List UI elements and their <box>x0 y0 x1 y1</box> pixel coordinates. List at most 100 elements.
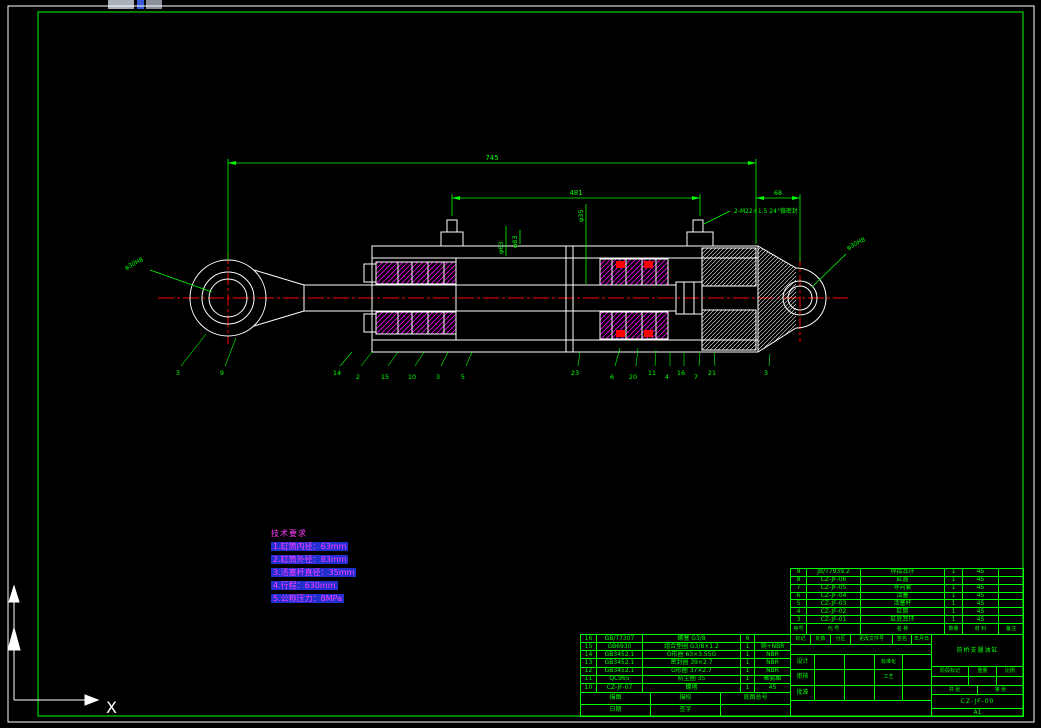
callout: 3 <box>764 369 768 377</box>
bom-cell-mat: NBR <box>755 659 790 668</box>
tech-line-2: 2.缸筒外径：83mm <box>271 555 349 564</box>
blank-row <box>791 701 931 716</box>
blank-cell <box>845 655 875 671</box>
scale-label: 比例 <box>997 667 1023 677</box>
callout: 11 <box>648 369 656 377</box>
bom-cell-code: GB/T7307 <box>597 635 643 644</box>
blank-row <box>791 645 931 655</box>
bom-cell-seq: 8 <box>791 576 807 585</box>
bom-cell-mat: 聚氨酯 <box>755 676 790 684</box>
stage-label: 阶段标记 <box>932 667 969 677</box>
bom-row: 16 GB/T7307 螺塞 G3/8 6 <box>581 635 790 644</box>
bom-cell-name: O形圈 37×2.7 <box>643 667 741 676</box>
tech-line-5: 5.公称压力：8MPa <box>271 594 344 603</box>
archive-row: 日期 签字 <box>581 704 790 717</box>
bom-cell-mat: NBR <box>755 651 790 660</box>
signature-row: 设计 标准化 <box>791 655 931 671</box>
archive-cell <box>721 705 790 717</box>
archive-row: 描图 描校 底图总号 <box>581 693 790 705</box>
bom-row: 9 JB/T7939.2 焊接耳环 1 45 <box>791 569 1023 577</box>
blank-cell <box>815 655 845 671</box>
callout: 20 <box>629 373 637 381</box>
bom-cell-rem <box>999 600 1023 609</box>
left-eye-dim-label: φ30H8 <box>124 256 145 272</box>
weight-label: 重量 <box>969 667 997 677</box>
bom-cell-seq: 5 <box>791 600 807 609</box>
part-name: 前桥支腿油缸 <box>932 635 1023 667</box>
callouts: 3 9 14 2 15 10 3 5 23 6 20 11 4 16 7 21 … <box>176 333 771 381</box>
bom-cell-rem <box>999 577 1023 585</box>
design-label: 设计 <box>791 655 815 671</box>
bom-header-mat: 材 料 <box>963 624 999 635</box>
port-right <box>686 219 714 247</box>
signature-row: 批准 <box>791 685 931 701</box>
bom-header-row: 序号 代 号 名 称 数量 材 料 备注 <box>791 624 1023 635</box>
bom-cell-qty: 1 <box>945 592 963 601</box>
bom-cell-name: 螺塞 G3/8 <box>643 635 741 644</box>
sheet-row: 共 张 第 张 <box>932 686 1023 695</box>
dim-overall-label: 745 <box>485 154 498 162</box>
archive-strip: 描图 描校 底图总号 日期 签字 <box>580 692 791 717</box>
bom-cell-mat: 45 <box>963 592 999 601</box>
bom-cell-name: 活塞 <box>861 592 945 601</box>
dim-arrowheads <box>228 161 800 200</box>
bom-header-code: 代 号 <box>807 624 861 635</box>
bom-lower-table: 16 GB/T7307 螺塞 G3/8 6 15 GB6930 组合垫圈 G3/… <box>580 634 791 693</box>
blank-cell <box>815 685 845 701</box>
blank-cell <box>845 685 875 701</box>
bom-cell-seq: 16 <box>581 635 597 644</box>
bom-cell-qty: 1 <box>945 608 963 617</box>
bom-cell-code: CZ-JF-07 <box>597 683 643 692</box>
callout: 5 <box>461 373 465 381</box>
dim-bore-label: φ63 <box>497 241 505 254</box>
bom-cell-rem <box>999 569 1023 577</box>
blank-cell <box>903 686 931 701</box>
bom-cell-code: GB3452.1 <box>597 651 643 660</box>
bom-cell-name: 防尘圈 35 <box>643 675 741 684</box>
archive-cell: 日期 <box>581 704 651 716</box>
ucs-icon: X <box>7 584 117 717</box>
bom-row: 6 CZ-JF-04 活塞 1 45 <box>791 592 1023 601</box>
bom-cell-seq: 9 <box>791 569 807 577</box>
archive-cell: 底图总号 <box>721 693 790 705</box>
callout: 15 <box>381 373 389 381</box>
bom-cell-qty: 1 <box>945 584 963 593</box>
bom-cell-rem <box>999 608 1023 617</box>
bom-row: 5 CZ-JF-03 活塞杆 1 45 <box>791 600 1023 609</box>
bom-cell-rem <box>999 616 1023 625</box>
bom-cell-qty: 1 <box>741 643 755 652</box>
bom-cell-mat: 45 <box>963 569 999 577</box>
piston-hatch-bottom <box>599 311 669 340</box>
signature-row: 审核 工艺 <box>791 670 931 686</box>
bom-cell-qty: 1 <box>741 651 755 660</box>
bom-row: 13 GB3452.1 密封圈 39×2.7 1 NBR <box>581 659 790 668</box>
drawing-number: CZ-JF-00 <box>932 695 1023 709</box>
sheet-size: A1 <box>973 709 982 716</box>
cad-canvas[interactable]: X 745 481 68 2-M22×1.5 24°锥密封 φ63 φ83 φ3… <box>0 0 1041 728</box>
bom-cell-mat: 45 <box>963 616 999 625</box>
bom-cell-qty: 1 <box>741 683 755 692</box>
bom-cell-mat: 铜+NBR <box>755 643 790 652</box>
callout: 9 <box>220 369 224 377</box>
blank-cell <box>791 645 931 655</box>
tech-line-4: 4.行程：630mm <box>271 581 338 590</box>
tech-requirements: 技术要求 1.缸筒内径：63mm 2.缸筒外径：83mm 3.活塞杆直径：35m… <box>271 527 357 605</box>
bom-cell-name: 缸底耳环 <box>861 616 945 625</box>
callout: 21 <box>708 369 716 377</box>
bom-header-qty: 数量 <box>945 624 963 635</box>
bom-cell-qty: 1 <box>945 576 963 585</box>
rev-mark: 标记 <box>791 635 811 645</box>
port-note-label: 2-M22×1.5 24°锥密封 <box>734 207 798 215</box>
callout: 16 <box>677 369 685 377</box>
archive-cell: 签字 <box>651 704 721 716</box>
bom-cell-seq: 3 <box>791 616 807 625</box>
title-block-left: 标记 处数 分区 更改文件号 签名 年月日 设计 标准化 审核 工艺 批准 <box>791 635 932 716</box>
blank-cell <box>997 677 1023 686</box>
bom-cell-qty: 1 <box>741 659 755 668</box>
bom-cell-name: O形圈 63×3.55G <box>643 651 741 660</box>
bom-cell-name: 缸盖 <box>861 576 945 585</box>
bom-header-rem: 备注 <box>1005 625 1016 632</box>
bom-cell-name: 活塞杆 <box>861 600 945 609</box>
blank-cell <box>969 677 997 686</box>
ucs-x-arrow <box>84 694 100 706</box>
